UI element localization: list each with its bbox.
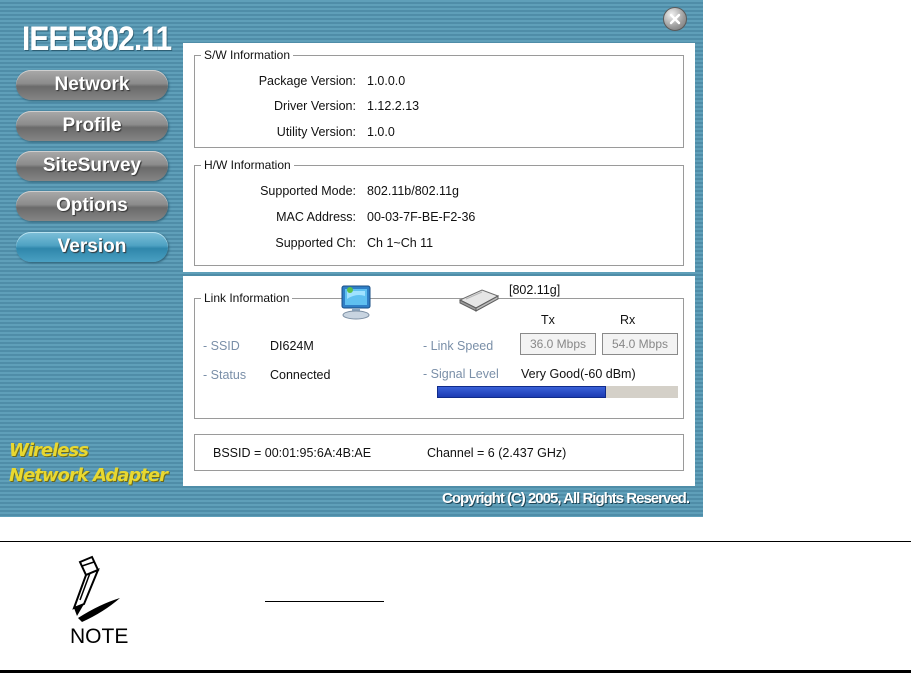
close-icon: [669, 13, 681, 25]
ssid-label: - SSID: [203, 339, 240, 353]
nav-options-button[interactable]: Options: [16, 191, 168, 221]
ssid-value: DI624M: [270, 339, 314, 353]
nav-version-button[interactable]: Version: [16, 232, 168, 262]
tagline-wireless: Wireless: [9, 440, 89, 461]
tagline-network-adapter: Network Adapter: [9, 465, 168, 486]
nav-sitesurvey-button[interactable]: SiteSurvey: [16, 151, 168, 181]
channel-value: Channel = 6 (2.437 GHz): [427, 446, 567, 460]
note-bottom-rule: [0, 670, 911, 673]
link-speed-label: - Link Speed: [423, 339, 494, 353]
link-info-legend: Link Information: [204, 291, 290, 305]
rx-header: Rx: [620, 313, 636, 327]
mac-address-value: 00-03-7F-BE-F2-36: [367, 210, 476, 224]
signal-level-value: Very Good(-60 dBm): [521, 367, 636, 381]
supported-mode-value: 802.11b/802.11g: [367, 184, 459, 198]
tx-header: Tx: [541, 313, 555, 327]
wireless-mode-label: [802.11g]: [509, 283, 561, 297]
signal-level-label: - Signal Level: [423, 367, 499, 381]
link-info-group: Link Information: [194, 291, 684, 419]
utility-version-label: Utility Version:: [276, 125, 356, 139]
note-label: NOTE: [70, 625, 129, 648]
bssid-value: BSSID = 00:01:95:6A:4B:AE: [213, 446, 372, 460]
supported-mode-label: Supported Mode:: [260, 184, 356, 198]
rx-speed-field: 54.0 Mbps: [602, 333, 678, 355]
utility-window: IEEE802.11 Network Profile SiteSurvey Op…: [0, 0, 703, 517]
supported-ch-label: Supported Ch:: [275, 236, 356, 250]
brand-title: IEEE802.11: [22, 20, 172, 58]
pencil-note-icon: [72, 555, 120, 622]
signal-level-fill: [437, 386, 606, 398]
wireless-adapter-icon: [458, 289, 500, 312]
nav-network-button[interactable]: Network: [16, 70, 168, 100]
mac-address-label: MAC Address:: [276, 210, 356, 224]
note-top-rule: [0, 541, 911, 542]
hw-info-legend: H/W Information: [204, 158, 291, 172]
nav-profile-button[interactable]: Profile: [16, 111, 168, 141]
tx-speed-field: 36.0 Mbps: [520, 333, 596, 355]
package-version-value: 1.0.0.0: [367, 74, 406, 88]
package-version-label: Package Version:: [258, 74, 356, 88]
status-label: - Status: [203, 368, 247, 382]
version-info-panel: S/W Information Package Version: 1.0.0.0…: [183, 43, 695, 272]
computer-icon: [341, 285, 371, 320]
driver-version-value: 1.12.2.13: [367, 99, 420, 113]
driver-version-label: Driver Version:: [274, 99, 356, 113]
note-blank-underline: [265, 601, 384, 602]
copyright-text: Copyright (C) 2005, All Rights Reserved.: [441, 490, 690, 507]
signal-level-bar: [437, 386, 678, 398]
status-value: Connected: [270, 368, 331, 382]
close-button[interactable]: [663, 7, 687, 31]
supported-ch-value: Ch 1~Ch 11: [367, 236, 434, 250]
sw-info-legend: S/W Information: [204, 48, 291, 62]
utility-version-value: 1.0.0: [367, 125, 395, 139]
